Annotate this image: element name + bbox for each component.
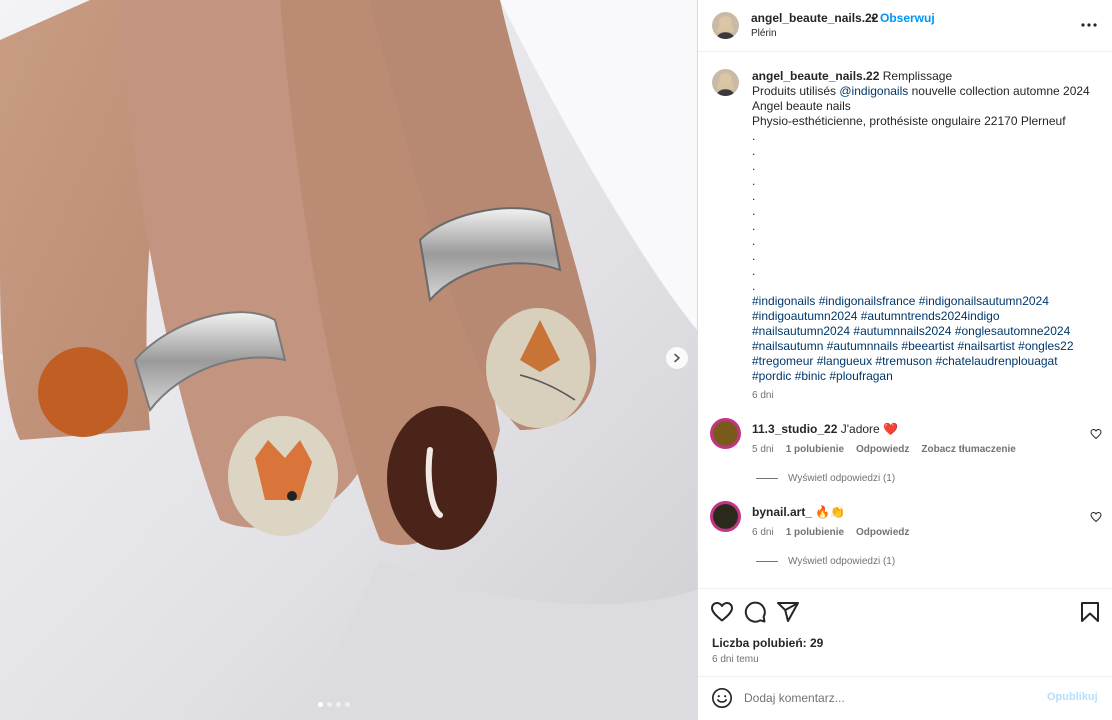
- carousel-dots: [318, 702, 350, 707]
- comment-body: J'adore: [840, 422, 880, 436]
- chevron-right-icon: [674, 353, 680, 363]
- comment-time: 5 dni: [752, 444, 774, 455]
- caption-time: 6 dni: [752, 390, 774, 401]
- caption-dot: .: [752, 159, 756, 173]
- caption-dot: .: [752, 249, 756, 263]
- post-date: 6 dni temu: [712, 654, 759, 665]
- post-side-panel: angel_beaute_nails.22 • Obserwuj Plérin …: [697, 0, 1112, 720]
- next-slide-button[interactable]: [666, 347, 688, 369]
- caption-mention[interactable]: @indigonails: [839, 84, 908, 98]
- caption-dot: .: [752, 189, 756, 203]
- comment-username[interactable]: bynail.art_: [752, 505, 812, 519]
- caption-hashtags[interactable]: #nailsautumn2024 #autumnnails2024 #ongle…: [752, 324, 1092, 339]
- comment-meta: 6 dni 1 polubienie Odpowiedz: [752, 527, 909, 538]
- heart-icon[interactable]: [1090, 428, 1102, 440]
- caption-avatar[interactable]: [712, 69, 739, 96]
- caption-hashtags[interactable]: #pordic #binic #ploufragan: [752, 369, 1092, 384]
- follow-button[interactable]: Obserwuj: [880, 11, 935, 25]
- caption-dot: .: [752, 129, 756, 143]
- reply-button[interactable]: Odpowiedz: [856, 444, 909, 455]
- commenter-avatar[interactable]: [710, 501, 741, 532]
- view-replies-button[interactable]: Wyświetl odpowiedzi (1): [756, 473, 895, 484]
- caption-line: Produits utilisés: [752, 84, 840, 98]
- post-caption: angel_beaute_nails.22 Remplissage Produi…: [752, 69, 1092, 384]
- caption-dot: .: [752, 279, 756, 293]
- comment-text: bynail.art_ 🔥👏: [752, 505, 845, 519]
- divider: [698, 588, 1112, 589]
- more-icon[interactable]: [1080, 16, 1098, 34]
- replies-line: [756, 478, 778, 479]
- comment-meta: 5 dni 1 polubienie Odpowiedz Zobacz tłum…: [752, 444, 1016, 455]
- caption-dot: .: [752, 234, 756, 248]
- replies-line: [756, 561, 778, 562]
- likes-count[interactable]: Liczba polubień: 29: [712, 636, 823, 650]
- post-header: angel_beaute_nails.22 • Obserwuj Plérin: [698, 0, 1112, 52]
- comment-emoji: ❤️: [883, 422, 899, 436]
- comment-likes[interactable]: 1 polubienie: [786, 444, 844, 455]
- carousel-dot: [336, 702, 341, 707]
- comment-emoji: 🔥👏: [815, 505, 846, 519]
- divider: [698, 676, 1112, 677]
- commenter-avatar[interactable]: [710, 418, 741, 449]
- carousel-dot: [345, 702, 350, 707]
- emoji-icon[interactable]: [711, 687, 733, 709]
- bookmark-icon[interactable]: [1078, 600, 1102, 624]
- caption-dot: .: [752, 174, 756, 188]
- post-username[interactable]: angel_beaute_nails.22: [751, 11, 878, 25]
- comment-username[interactable]: 11.3_studio_22: [752, 422, 837, 436]
- caption-hashtags[interactable]: #indigonails #indigonailsfrance #indigon…: [752, 294, 1092, 309]
- comment-text: 11.3_studio_22 J'adore ❤️: [752, 422, 898, 436]
- reply-button[interactable]: Odpowiedz: [856, 527, 909, 538]
- share-icon[interactable]: [776, 600, 800, 624]
- comment-time: 6 dni: [752, 527, 774, 538]
- avatar[interactable]: [712, 12, 739, 39]
- translate-button[interactable]: Zobacz tłumaczenie: [921, 444, 1015, 455]
- caption-hashtags[interactable]: #indigoautumn2024 #autumntrends2024indig…: [752, 309, 1092, 324]
- carousel-dot: [327, 702, 332, 707]
- caption-hashtags[interactable]: #nailsautumn #autumnnails #beeartist #na…: [752, 339, 1092, 354]
- comment-likes[interactable]: 1 polubienie: [786, 527, 844, 538]
- caption-line: Angel beaute nails: [752, 99, 851, 113]
- caption-dot: .: [752, 264, 756, 278]
- separator-dot: •: [871, 11, 876, 25]
- post-photo: [0, 0, 697, 720]
- caption-dot: .: [752, 204, 756, 218]
- heart-icon[interactable]: [710, 600, 734, 624]
- view-replies-label: Wyświetl odpowiedzi (1): [788, 556, 896, 567]
- caption-line: Physio-esthéticienne, prothésiste ongula…: [752, 114, 1066, 128]
- caption-line: nouvelle collection automne 2024: [908, 84, 1090, 98]
- post-location[interactable]: Plérin: [751, 28, 777, 39]
- view-replies-button[interactable]: Wyświetl odpowiedzi (1): [756, 556, 895, 567]
- comment-icon[interactable]: [743, 600, 767, 624]
- caption-title: Remplissage: [882, 69, 953, 83]
- view-replies-label: Wyświetl odpowiedzi (1): [788, 473, 896, 484]
- caption-dot: .: [752, 219, 756, 233]
- heart-icon[interactable]: [1090, 511, 1102, 523]
- caption-dot: .: [752, 144, 756, 158]
- carousel-dot: [318, 702, 323, 707]
- post-comment-button[interactable]: Opublikuj: [1047, 691, 1098, 703]
- caption-hashtags[interactable]: #tregomeur #langueux #tremuson #chatelau…: [752, 354, 1092, 369]
- caption-username[interactable]: angel_beaute_nails.22: [752, 69, 879, 83]
- comment-input[interactable]: [744, 688, 1044, 708]
- post-media[interactable]: [0, 0, 697, 720]
